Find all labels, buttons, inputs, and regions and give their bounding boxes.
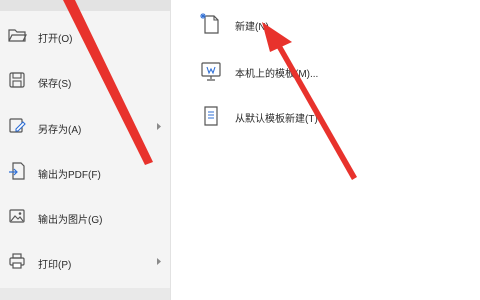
chevron-right-icon [157, 123, 161, 130]
save-icon [9, 72, 25, 88]
menu-item-save[interactable]: 保存(S) [0, 68, 170, 94]
save-as-icon [9, 118, 26, 133]
export-pdf-icon [9, 162, 25, 180]
menu-bottom-item [0, 288, 170, 300]
new-document-label: 新建(N) [235, 22, 269, 33]
menu-item-label: 输出为图片(G) [38, 215, 103, 226]
menu-item-label: 输出为PDF(F) [38, 170, 101, 181]
menu-item-label: 打开(O) [38, 34, 73, 45]
local-template-icon [201, 62, 221, 81]
menu-item-label: 另存为(A) [38, 125, 82, 136]
chevron-right-icon [157, 258, 161, 265]
default-template-icon [204, 106, 218, 126]
file-menu: 打开(O) 保存(S) 另存为(A) 输出为PDF(F) 输出为图片(G) 打印… [0, 0, 171, 300]
new-submenu-panel: 新建(N) 本机上的模板(M)... 从默认模板新建(T) [171, 0, 480, 300]
printer-icon [9, 253, 25, 269]
menu-item-export-pdf[interactable]: 输出为PDF(F) [0, 159, 170, 185]
menu-item-open[interactable]: 打开(O) [0, 23, 170, 49]
local-template-item[interactable]: 本机上的模板(M)... [199, 59, 469, 87]
menu-item-save-as[interactable]: 另存为(A) [0, 114, 170, 140]
default-template-item[interactable]: 从默认模板新建(T) [199, 104, 469, 132]
menu-item-label: 保存(S) [38, 79, 72, 90]
menu-item-label: 打印(P) [38, 260, 72, 271]
menu-item-export-image[interactable]: 输出为图片(G) [0, 204, 170, 230]
export-image-icon [9, 209, 25, 223]
menu-item-print[interactable]: 打印(P) [0, 249, 170, 275]
new-document-icon [200, 13, 219, 34]
local-template-label: 本机上的模板(M)... [235, 69, 319, 80]
folder-open-icon [8, 29, 27, 42]
default-template-label: 从默认模板新建(T) [235, 114, 318, 125]
menu-top-highlight [0, 0, 170, 11]
new-document-item[interactable]: 新建(N) [199, 12, 469, 40]
